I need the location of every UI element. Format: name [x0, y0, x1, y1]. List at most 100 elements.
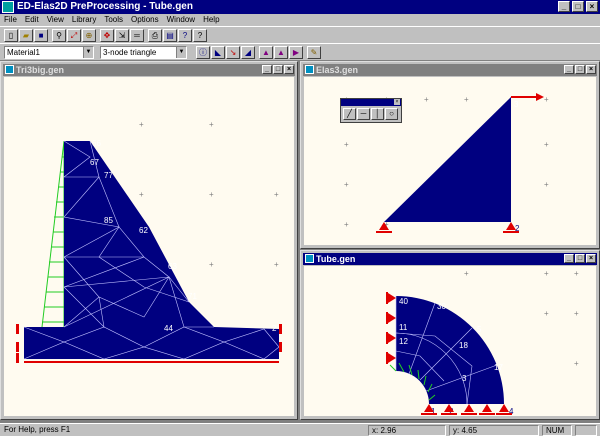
help-icon[interactable]: ? [178, 29, 192, 42]
window-titlebar[interactable]: Elas3.gen _ □ × [303, 64, 597, 76]
node-label: 2 [272, 324, 277, 333]
node-label: 62 [139, 226, 148, 235]
material-select[interactable]: Material1 ▼ [4, 46, 94, 59]
pan-icon[interactable]: ✥ [100, 29, 114, 42]
hinge-icon[interactable]: ▲ [274, 46, 288, 59]
window-titlebar[interactable]: Tri3big.gen _ □ × [3, 64, 295, 76]
info-icon[interactable]: ⓘ [196, 46, 210, 59]
drawing-canvas[interactable]: +++++ ++ ++ ++ 3 2 × [304, 77, 596, 245]
window-tri3big[interactable]: Tri3big.gen _ □ × + + + + + + + 66 67 77… [0, 61, 298, 420]
menu-file[interactable]: File [4, 14, 17, 26]
svg-text:+: + [209, 190, 214, 199]
node-label: 40 [399, 297, 408, 306]
node-label: 77 [104, 171, 113, 180]
circle-tool-icon[interactable]: ○ [385, 108, 398, 120]
y-coordinate: y: 4.65 [449, 425, 539, 436]
svg-text:+: + [274, 190, 279, 199]
save-icon[interactable]: ■ [34, 29, 48, 42]
hline-tool-icon[interactable]: ─ [357, 108, 370, 120]
menu-bar: File Edit View Library Tools Options Win… [0, 14, 600, 26]
menu-help[interactable]: Help [203, 14, 219, 26]
load-icon[interactable]: ↘ [226, 46, 240, 59]
close-button[interactable]: × [586, 65, 596, 74]
status-pane [575, 425, 597, 436]
menu-view[interactable]: View [47, 14, 64, 26]
triangle-element [384, 97, 511, 222]
svg-text:+: + [139, 190, 144, 199]
svg-text:+: + [209, 120, 214, 129]
zoom-fit-icon[interactable]: ⊕ [82, 29, 96, 42]
material-value: Material1 [7, 48, 40, 57]
status-bar: For Help, press F1 x: 2.96 y: 4.65 NUM [0, 423, 600, 436]
svg-text:+: + [544, 309, 549, 318]
print-icon[interactable]: ⎙ [148, 29, 162, 42]
pencil-icon[interactable]: ✎ [307, 46, 321, 59]
vline-tool-icon[interactable]: │ [371, 108, 384, 120]
zoom-window-icon[interactable]: ⤢ [67, 29, 81, 42]
svg-text:+: + [344, 180, 349, 189]
menu-library[interactable]: Library [72, 14, 96, 26]
menu-edit[interactable]: Edit [25, 14, 39, 26]
maximize-button[interactable]: □ [572, 1, 584, 12]
book-icon[interactable]: ▤ [163, 29, 177, 42]
fix-icon[interactable]: ▲ [259, 46, 273, 59]
menu-tools[interactable]: Tools [104, 14, 123, 26]
app-titlebar[interactable]: ED-Elas2D PreProcessing - Tube.gen _ □ × [0, 0, 600, 14]
svg-text:+: + [574, 359, 579, 368]
open-folder-icon[interactable]: ▰ [19, 29, 33, 42]
node-label: 67 [90, 158, 99, 167]
window-titlebar[interactable]: Tube.gen _ □ × [303, 253, 597, 265]
minimize-button[interactable]: _ [262, 65, 272, 74]
mesh-icon[interactable]: ◣ [211, 46, 225, 59]
application-window: ED-Elas2D PreProcessing - Tube.gen _ □ ×… [0, 0, 600, 436]
maximize-button[interactable]: □ [575, 254, 585, 263]
svg-text:+: + [574, 309, 579, 318]
close-button[interactable]: × [586, 1, 598, 12]
node-label: 85 [104, 216, 113, 225]
app-title: ED-Elas2D PreProcessing - Tube.gen [17, 1, 193, 12]
dam-body [24, 141, 279, 359]
drawing-canvas[interactable]: + + + + + + + 66 67 77 85 62 63 71 44 2 [4, 77, 294, 416]
svg-text:+: + [574, 269, 579, 278]
svg-text:+: + [209, 260, 214, 269]
roller-icon[interactable]: ▶ [289, 46, 303, 59]
palette-titlebar[interactable]: × [341, 99, 401, 106]
minimize-button[interactable]: _ [564, 254, 574, 263]
chevron-down-icon[interactable]: ▼ [83, 47, 93, 58]
chevron-down-icon[interactable]: ▼ [176, 47, 186, 58]
menu-options[interactable]: Options [131, 14, 159, 26]
element-type-select[interactable]: 3-node triangle ▼ [100, 46, 187, 59]
maximize-button[interactable]: □ [273, 65, 283, 74]
dam-mesh-drawing: + + + + + + + 66 67 77 85 62 63 71 44 2 [16, 120, 282, 363]
svg-text:+: + [464, 269, 469, 278]
svg-text:+: + [424, 95, 429, 104]
line-tool-icon[interactable]: ╱ [343, 108, 356, 120]
close-button[interactable]: × [284, 65, 294, 74]
fit-all-icon[interactable]: ⇲ [115, 29, 129, 42]
window-tube[interactable]: Tube.gen _ □ × + + + + + + 40 30 5 18 17… [300, 250, 600, 420]
svg-text:+: + [139, 120, 144, 129]
node-label: 18 [459, 341, 468, 350]
maximize-button[interactable]: □ [575, 65, 585, 74]
new-file-icon[interactable]: ▯ [4, 29, 18, 42]
menu-window[interactable]: Window [167, 14, 195, 26]
minimize-button[interactable]: _ [564, 65, 574, 74]
drawing-canvas[interactable]: + + + + + + 40 30 5 18 17 11 12 3 4 [304, 266, 596, 416]
status-help-text: For Help, press F1 [4, 425, 71, 434]
context-help-icon[interactable]: ? [193, 29, 207, 42]
zoom-icon[interactable]: ⚲ [52, 29, 66, 42]
node-label: 12 [399, 337, 408, 346]
support-icon[interactable]: ◢ [241, 46, 255, 59]
svg-text:+: + [544, 95, 549, 104]
close-icon[interactable]: × [394, 99, 400, 105]
mdi-workspace: Tri3big.gen _ □ × + + + + + + + 66 67 77… [0, 61, 600, 423]
minimize-button[interactable]: _ [558, 1, 570, 12]
window-elas3[interactable]: Elas3.gen _ □ × +++++ ++ ++ ++ [300, 61, 600, 249]
window-title: Elas3.gen [316, 65, 359, 75]
close-button[interactable]: × [586, 254, 596, 263]
ruler-icon[interactable]: ═ [130, 29, 144, 42]
arrow-head-icon [536, 93, 544, 101]
hydrostatic-load [41, 140, 65, 328]
standard-toolbar: ▯ ▰ ■ ⚲ ⤢ ⊕ ✥ ⇲ ═ ⎙ ▤ ? ? [0, 26, 600, 44]
num-lock-indicator: NUM [542, 425, 572, 436]
